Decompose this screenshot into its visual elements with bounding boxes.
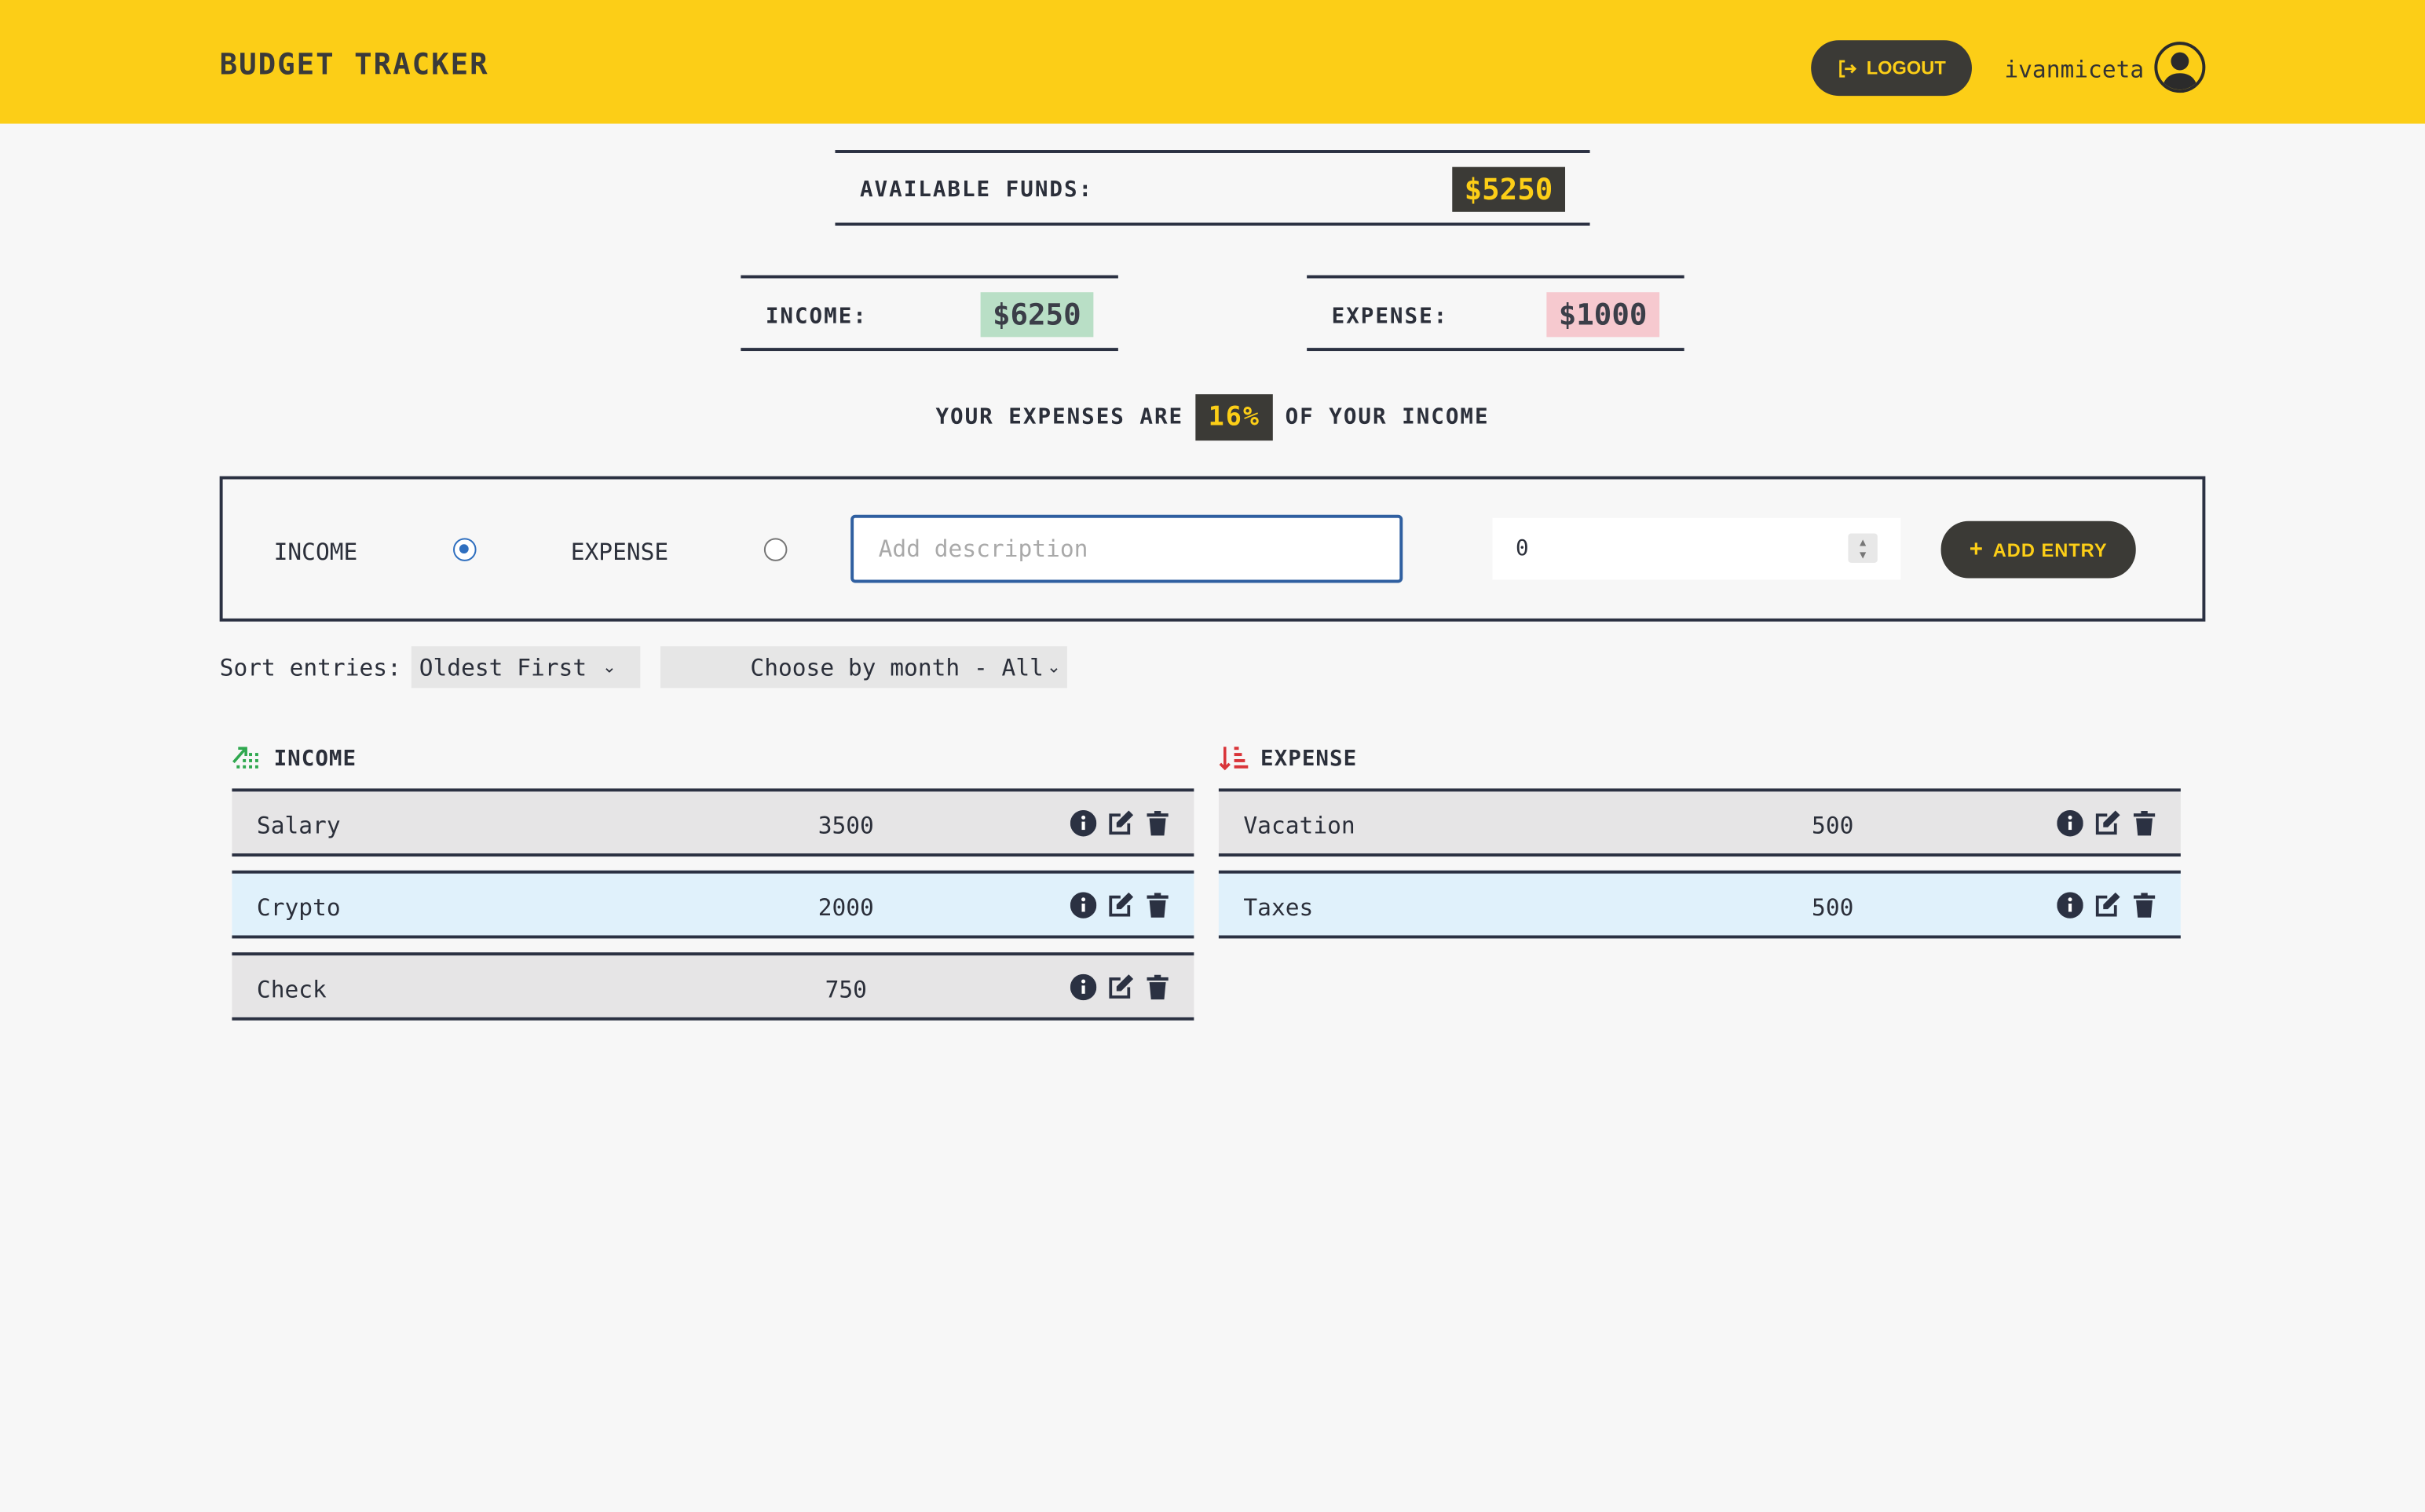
- app-title: BUDGET TRACKER: [219, 48, 489, 82]
- expense-total-label: EXPENSE:: [1331, 304, 1449, 330]
- month-select[interactable]: Choose by month - All ⌄: [660, 646, 1067, 688]
- logout-label: LOGOUT: [1866, 57, 1946, 79]
- available-funds-value: $5250: [1451, 166, 1566, 212]
- entry-description: Taxes: [1243, 893, 1314, 922]
- edit-icon[interactable]: [2094, 810, 2120, 836]
- entry-description: Crypto: [256, 893, 341, 922]
- ratio-prefix: YOUR EXPENSES ARE: [935, 404, 1184, 430]
- trash-icon[interactable]: [1144, 974, 1170, 1000]
- ratio-value: 16%: [1195, 394, 1273, 441]
- trash-icon[interactable]: [2131, 810, 2157, 836]
- chevron-down-icon: ⌄: [1046, 656, 1062, 677]
- available-funds-label: AVAILABLE FUNDS:: [859, 177, 1094, 203]
- username: ivanmiceta: [2004, 55, 2145, 84]
- income-total-box: INCOME: $6250: [741, 275, 1118, 352]
- edit-icon[interactable]: [1107, 974, 1134, 1000]
- expense-row: Vacation 500: [1218, 788, 2181, 857]
- logout-button[interactable]: LOGOUT: [1811, 40, 1972, 97]
- chevron-down-icon: ⌄: [602, 656, 616, 677]
- amount-input[interactable]: 0 ▲ ▼: [1492, 517, 1901, 580]
- income-radio[interactable]: [453, 538, 477, 561]
- edit-icon[interactable]: [2094, 892, 2120, 918]
- info-icon[interactable]: [2057, 892, 2083, 919]
- plus-icon: +: [1969, 536, 1984, 563]
- income-total-label: INCOME:: [765, 304, 868, 330]
- expense-total-box: EXPENSE: $1000: [1307, 275, 1684, 352]
- expense-column-title: EXPENSE: [1260, 746, 1358, 771]
- trash-icon[interactable]: [1144, 810, 1170, 836]
- income-column-header: INCOME: [232, 745, 357, 771]
- trash-icon[interactable]: [2131, 892, 2157, 918]
- avatar-user-icon[interactable]: [2154, 42, 2206, 93]
- description-input[interactable]: [850, 514, 1403, 583]
- income-row: Check 750: [232, 952, 1194, 1021]
- sort-label: Sort entries:: [219, 654, 401, 682]
- trash-icon[interactable]: [1144, 892, 1170, 918]
- income-row: Crypto 2000: [232, 870, 1194, 939]
- edit-icon[interactable]: [1107, 892, 1134, 918]
- sort-down-icon: [1219, 747, 1249, 771]
- entry-form: INCOME EXPENSE 0 ▲▼ + ADD ENTRY: [219, 476, 2206, 622]
- expense-ratio: YOUR EXPENSES ARE 16% OF YOUR INCOME: [0, 394, 2425, 441]
- income-radio-label: INCOME: [273, 538, 358, 566]
- expense-total-value: $1000: [1546, 292, 1660, 338]
- sort-select-value: Oldest First: [419, 653, 587, 681]
- ratio-suffix: OF YOUR INCOME: [1285, 404, 1490, 430]
- entry-description: Check: [256, 975, 327, 1004]
- amount-value: 0: [1516, 536, 1529, 561]
- sort-select[interactable]: Oldest First ⌄: [411, 646, 641, 688]
- chart-growth-icon: [232, 747, 258, 769]
- income-row: Salary 3500: [232, 788, 1194, 857]
- info-icon[interactable]: [1070, 892, 1097, 919]
- add-entry-button[interactable]: + ADD ENTRY: [1940, 520, 2136, 579]
- entry-amount: 750: [825, 975, 867, 1004]
- expense-radio-label: EXPENSE: [570, 538, 669, 566]
- entry-description: Salary: [256, 811, 341, 840]
- entry-description: Vacation: [1243, 811, 1355, 840]
- info-icon[interactable]: [2057, 809, 2083, 837]
- add-entry-label: ADD ENTRY: [1992, 539, 2108, 561]
- entry-amount: 500: [1812, 811, 1854, 840]
- income-total-value: $6250: [980, 292, 1094, 338]
- income-column-title: INCOME: [273, 746, 357, 771]
- entry-amount: 2000: [817, 893, 874, 922]
- month-select-value: Choose by month - All: [750, 653, 1044, 681]
- entry-amount: 500: [1812, 893, 1854, 922]
- info-icon[interactable]: [1070, 973, 1097, 1001]
- edit-icon[interactable]: [1107, 810, 1134, 836]
- available-funds-box: AVAILABLE FUNDS: $5250: [835, 150, 1590, 226]
- entry-amount: 3500: [817, 811, 874, 840]
- expense-row: Taxes 500: [1218, 870, 2181, 939]
- amount-spinner[interactable]: ▲ ▼: [1848, 533, 1878, 563]
- info-icon[interactable]: [1070, 809, 1097, 837]
- top-bar: BUDGET TRACKER LOGOUT ivanmiceta: [0, 0, 2425, 124]
- expense-column-header: EXPENSE: [1219, 745, 1357, 771]
- logout-icon: [1838, 59, 1856, 77]
- expense-radio[interactable]: [763, 538, 788, 561]
